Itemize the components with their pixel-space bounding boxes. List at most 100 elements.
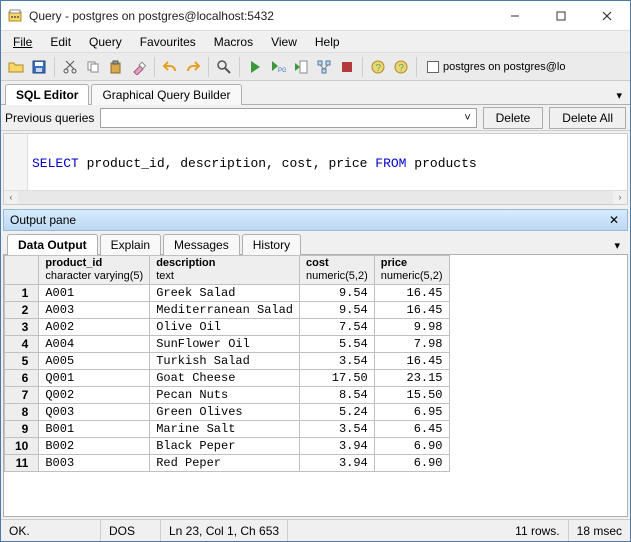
table-row[interactable]: 9B001Marine Salt3.546.45 xyxy=(5,421,450,438)
table-row[interactable]: 6Q001Goat Cheese17.5023.15 xyxy=(5,370,450,387)
cell[interactable]: 9.54 xyxy=(300,285,375,302)
column-header[interactable]: descriptiontext xyxy=(150,256,300,285)
cell[interactable]: Goat Cheese xyxy=(150,370,300,387)
cell[interactable]: Turkish Salad xyxy=(150,353,300,370)
cell[interactable]: 7.54 xyxy=(300,319,375,336)
execute-icon[interactable] xyxy=(244,56,266,78)
row-number[interactable]: 3 xyxy=(5,319,39,336)
toolbar-db-selector[interactable]: postgres on postgres@lo xyxy=(427,61,626,73)
table-row[interactable]: 7Q002Pecan Nuts8.5415.50 xyxy=(5,387,450,404)
cell[interactable]: A001 xyxy=(39,285,150,302)
results-grid[interactable]: product_idcharacter varying(5)descriptio… xyxy=(3,255,628,517)
cell[interactable]: 6.95 xyxy=(374,404,449,421)
editor-scrollbar-horizontal[interactable]: ‹› xyxy=(4,190,627,204)
delete-button[interactable]: Delete xyxy=(483,107,544,129)
cell[interactable]: 9.54 xyxy=(300,302,375,319)
menu-edit[interactable]: Edit xyxy=(42,33,79,51)
cell[interactable]: Q002 xyxy=(39,387,150,404)
row-number[interactable]: 10 xyxy=(5,438,39,455)
help-toolbar-icon[interactable]: ? xyxy=(367,56,389,78)
help-sql-icon[interactable]: ? xyxy=(390,56,412,78)
column-header[interactable]: product_idcharacter varying(5) xyxy=(39,256,150,285)
cell[interactable]: SunFlower Oil xyxy=(150,336,300,353)
delete-all-button[interactable]: Delete All xyxy=(549,107,626,129)
row-number[interactable]: 8 xyxy=(5,404,39,421)
cell[interactable]: 23.15 xyxy=(374,370,449,387)
menu-favourites[interactable]: Favourites xyxy=(132,33,204,51)
output-tab-overflow-icon[interactable]: ▾ xyxy=(610,237,624,254)
cell[interactable]: 6.90 xyxy=(374,455,449,472)
tab-messages[interactable]: Messages xyxy=(163,234,240,255)
cell[interactable]: Red Peper xyxy=(150,455,300,472)
row-number[interactable]: 2 xyxy=(5,302,39,319)
close-button[interactable] xyxy=(584,1,630,31)
cell[interactable]: Greek Salad xyxy=(150,285,300,302)
cell[interactable]: 3.54 xyxy=(300,421,375,438)
row-number[interactable]: 7 xyxy=(5,387,39,404)
menu-view[interactable]: View xyxy=(263,33,305,51)
cell[interactable]: 3.54 xyxy=(300,353,375,370)
cancel-icon[interactable] xyxy=(336,56,358,78)
find-icon[interactable] xyxy=(213,56,235,78)
menu-macros[interactable]: Macros xyxy=(206,33,261,51)
menu-query[interactable]: Query xyxy=(81,33,130,51)
row-number[interactable]: 5 xyxy=(5,353,39,370)
undo-icon[interactable] xyxy=(159,56,181,78)
row-number[interactable]: 6 xyxy=(5,370,39,387)
column-header[interactable]: pricenumeric(5,2) xyxy=(374,256,449,285)
maximize-button[interactable] xyxy=(538,1,584,31)
cell[interactable]: A002 xyxy=(39,319,150,336)
tab-graphical-builder[interactable]: Graphical Query Builder xyxy=(91,84,241,105)
cell[interactable]: B002 xyxy=(39,438,150,455)
cell[interactable]: Mediterranean Salad xyxy=(150,302,300,319)
execute-pgscript-icon[interactable]: PG xyxy=(267,56,289,78)
cell[interactable]: Marine Salt xyxy=(150,421,300,438)
cell[interactable]: 3.94 xyxy=(300,455,375,472)
cell[interactable]: Olive Oil xyxy=(150,319,300,336)
cell[interactable]: 16.45 xyxy=(374,353,449,370)
save-icon[interactable] xyxy=(28,56,50,78)
row-number[interactable]: 11 xyxy=(5,455,39,472)
output-pane-close-icon[interactable]: ✕ xyxy=(607,213,621,227)
cell[interactable]: Pecan Nuts xyxy=(150,387,300,404)
cell[interactable]: Q001 xyxy=(39,370,150,387)
minimize-button[interactable] xyxy=(492,1,538,31)
cell[interactable]: 5.54 xyxy=(300,336,375,353)
cell[interactable]: Green Olives xyxy=(150,404,300,421)
cut-icon[interactable] xyxy=(59,56,81,78)
cell[interactable]: Black Peper xyxy=(150,438,300,455)
cell[interactable]: 8.54 xyxy=(300,387,375,404)
table-row[interactable]: 11B003Red Peper3.946.90 xyxy=(5,455,450,472)
cell[interactable]: 15.50 xyxy=(374,387,449,404)
cell[interactable]: 17.50 xyxy=(300,370,375,387)
row-number[interactable]: 1 xyxy=(5,285,39,302)
table-row[interactable]: 2A003Mediterranean Salad9.5416.45 xyxy=(5,302,450,319)
cell[interactable]: A004 xyxy=(39,336,150,353)
table-row[interactable]: 3A002Olive Oil7.549.98 xyxy=(5,319,450,336)
column-header[interactable]: costnumeric(5,2) xyxy=(300,256,375,285)
tab-explain[interactable]: Explain xyxy=(100,234,161,255)
tab-sql-editor[interactable]: SQL Editor xyxy=(5,84,89,105)
menu-help[interactable]: Help xyxy=(307,33,348,51)
tab-history[interactable]: History xyxy=(242,234,301,255)
menu-file[interactable]: File xyxy=(5,33,40,51)
cell[interactable]: 6.45 xyxy=(374,421,449,438)
table-row[interactable]: 1A001Greek Salad9.5416.45 xyxy=(5,285,450,302)
cell[interactable]: Q003 xyxy=(39,404,150,421)
cell[interactable]: 3.94 xyxy=(300,438,375,455)
cell[interactable]: 9.98 xyxy=(374,319,449,336)
paste-icon[interactable] xyxy=(105,56,127,78)
cell[interactable]: 16.45 xyxy=(374,285,449,302)
tab-data-output[interactable]: Data Output xyxy=(7,234,98,255)
cell[interactable]: B003 xyxy=(39,455,150,472)
previous-queries-dropdown[interactable]: ˅ xyxy=(100,108,476,128)
table-row[interactable]: 4A004SunFlower Oil5.547.98 xyxy=(5,336,450,353)
table-row[interactable]: 10B002Black Peper3.946.90 xyxy=(5,438,450,455)
sql-editor[interactable]: SELECT product_id, description, cost, pr… xyxy=(3,133,628,205)
redo-icon[interactable] xyxy=(182,56,204,78)
cell[interactable]: A003 xyxy=(39,302,150,319)
clear-icon[interactable] xyxy=(128,56,150,78)
execute-file-icon[interactable] xyxy=(290,56,312,78)
row-number[interactable]: 9 xyxy=(5,421,39,438)
cell[interactable]: 6.90 xyxy=(374,438,449,455)
